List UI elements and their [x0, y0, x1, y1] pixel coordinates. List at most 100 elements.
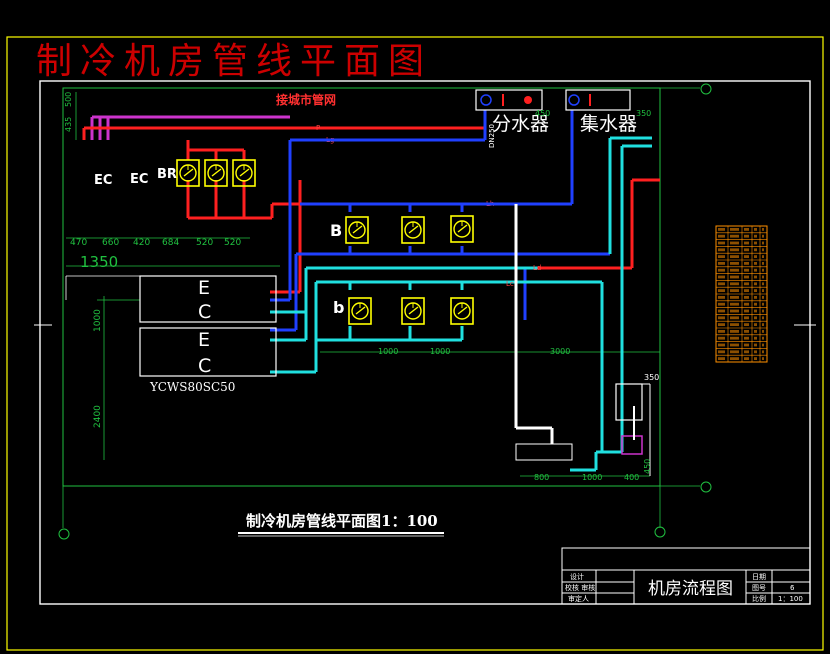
legend-cell-mark [718, 316, 725, 320]
chiller-letter: E [198, 329, 210, 351]
return-header-label: 集水器 [580, 113, 637, 135]
legend-cell-mark [762, 309, 764, 313]
water-softener [615, 383, 643, 421]
legend-cell-mark [754, 323, 757, 326]
legend-cell-mark [730, 241, 739, 245]
legend-cell-mark [754, 343, 757, 347]
legend-cell-mark [744, 350, 749, 354]
legend-cell-mark [744, 289, 749, 292]
legend-cell-mark [730, 330, 739, 333]
legend-cell-mark [730, 262, 739, 265]
legend-cell-mark [754, 228, 757, 231]
dim-label: 684 [162, 238, 179, 248]
pipe-tag: P [316, 124, 320, 132]
pump-b-1 [345, 216, 369, 244]
makeup-tank [515, 443, 573, 461]
legend-cell-mark [762, 268, 764, 272]
legend-cell-mark [730, 302, 739, 306]
legend-cell-mark [762, 282, 764, 286]
dim-label: 520 [224, 238, 241, 248]
legend-cell-mark [754, 350, 757, 354]
legend-cell-mark [744, 357, 749, 360]
legend-table [715, 225, 768, 363]
legend-cell-mark [718, 268, 725, 272]
legend-cell-mark [718, 296, 725, 299]
legend-cell-mark [730, 323, 739, 326]
equipment-label-b-lower: b [333, 298, 344, 317]
dim-label: 2400 [93, 405, 103, 428]
drawing-canvas: 制冷机房管线平面图 500 435 470 660 420 684 520 52… [6, 36, 824, 651]
legend-cell-mark [730, 357, 739, 360]
legend-cell-mark [762, 316, 764, 320]
pump-b-3 [450, 215, 474, 243]
drawing-name: 机房流程图 [648, 579, 733, 599]
title-block-cell: 校核 审核 [565, 583, 595, 592]
legend-cell-mark [730, 309, 739, 313]
pipe-tag: Ld [533, 264, 541, 272]
title-block-cell: 设计 [570, 572, 584, 581]
legend-cell-mark [718, 336, 725, 340]
cooling-water-pipe [270, 136, 652, 472]
legend-cell-mark [754, 234, 757, 238]
legend-cell-mark [762, 289, 764, 292]
dim-label: 435 [64, 117, 73, 132]
chiller-letter: C [198, 301, 211, 323]
legend-cell-mark [730, 255, 739, 258]
legend-cell-mark [744, 330, 749, 333]
legend-cell-mark [718, 228, 725, 231]
valve-icon [524, 96, 532, 104]
legend-cell-mark [730, 268, 739, 272]
legend-cell-mark [754, 330, 757, 333]
legend-cell-mark [762, 323, 764, 326]
legend-cell-mark [718, 255, 725, 258]
legend-cell-mark [762, 262, 764, 265]
legend-cell-mark [762, 350, 764, 354]
legend-cell-mark [754, 309, 757, 313]
legend-cell-mark [744, 268, 749, 272]
legend-cell-mark [754, 248, 757, 252]
dim-row-length: 1350 [80, 253, 118, 271]
equipment-label-ec: EC [130, 172, 148, 187]
legend-cell-mark [718, 330, 725, 333]
legend-cell-mark [744, 241, 749, 245]
title-block-cell: 审定人 [568, 594, 589, 603]
chilled-supply-pipe [82, 110, 660, 294]
legend-cell-mark [754, 296, 757, 299]
legend-cell-mark [718, 248, 725, 252]
legend-cell-mark [754, 316, 757, 320]
dim-label: 500 [64, 92, 73, 107]
legend-cell-mark [754, 357, 757, 360]
legend-cell-mark [762, 275, 764, 279]
sheet-number: 6 [790, 584, 795, 592]
room-outline [62, 87, 661, 487]
legend-cell-mark [718, 241, 725, 245]
legend-cell-mark [744, 336, 749, 340]
chilled-return-pipe [270, 110, 612, 332]
legend-cell-mark [744, 275, 749, 279]
equipment-label-br: BR [157, 167, 177, 182]
legend-cell-mark [730, 275, 739, 279]
chiller-letter: C [198, 355, 211, 377]
dim-label: 1000 [582, 473, 602, 482]
title-block-cell: 比例 [752, 594, 766, 603]
dim-label: 450 [643, 459, 652, 474]
title-block-cell: 图号 [752, 584, 766, 592]
dim-label: 1000 [430, 347, 450, 356]
legend-cell-mark [744, 302, 749, 306]
legend-cell-mark [744, 262, 749, 265]
title-block-cell: 日期 [752, 573, 766, 581]
grid-marker-group [58, 83, 712, 540]
equipment-label-ec: EC [94, 173, 112, 188]
legend-cell-mark [730, 234, 739, 238]
legend-cell-mark [730, 350, 739, 354]
legend-cell-mark [762, 228, 764, 231]
equipment-label-b: B [330, 221, 342, 240]
legend-cell-mark [730, 336, 739, 340]
legend-cell-mark [718, 234, 725, 238]
legend-cell-mark [744, 343, 749, 347]
legend-cell-mark [754, 255, 757, 258]
legend-cell-mark [718, 289, 725, 292]
legend-cell-mark [754, 241, 757, 245]
legend-cell-mark [744, 234, 749, 238]
city-pipe-label: 接城市管网 [276, 92, 336, 107]
